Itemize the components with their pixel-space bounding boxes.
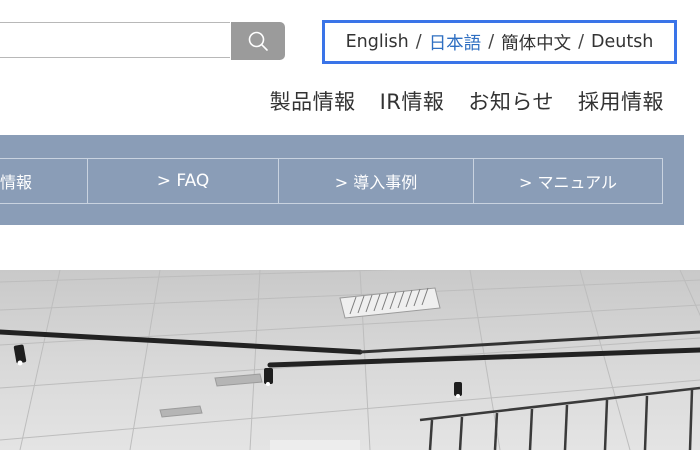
sub-nav-item-case-studies[interactable]: > 導入事例 (279, 159, 474, 203)
nav-products[interactable]: 製品情報 (270, 86, 356, 116)
search-button[interactable] (231, 22, 285, 60)
lang-german[interactable]: Deutsh (591, 32, 653, 52)
sub-nav-item-info[interactable]: 情報 (0, 159, 88, 203)
sub-nav-item-faq[interactable]: > FAQ (88, 159, 279, 203)
nav-news[interactable]: お知らせ (468, 86, 554, 116)
sub-nav-item-manual[interactable]: > マニュアル (474, 159, 663, 203)
nav-ir[interactable]: IR情報 (380, 86, 445, 116)
lang-separator: / (488, 32, 495, 52)
page: English / 日本語 / 簡体中文 / Deutsh 製品情報 IR情報 … (0, 0, 700, 450)
nav-recruit[interactable]: 採用情報 (578, 86, 664, 116)
lang-simplified-chinese[interactable]: 簡体中文 (501, 30, 571, 55)
main-nav: 製品情報 IR情報 お知らせ 採用情報 (270, 86, 664, 116)
lang-english[interactable]: English (346, 32, 409, 52)
lang-separator: / (415, 32, 422, 52)
sub-nav-bar: 情報 > FAQ > 導入事例 > マニュアル (0, 135, 684, 225)
office-ceiling-illustration (0, 270, 700, 450)
lang-japanese[interactable]: 日本語 (429, 30, 482, 55)
lang-separator: / (578, 32, 584, 52)
search-icon (248, 31, 268, 51)
language-switcher: English / 日本語 / 簡体中文 / Deutsh (322, 20, 677, 64)
search-input[interactable] (0, 22, 230, 58)
sub-nav-list: 情報 > FAQ > 導入事例 > マニュアル (0, 158, 663, 204)
hero-image (0, 270, 700, 450)
